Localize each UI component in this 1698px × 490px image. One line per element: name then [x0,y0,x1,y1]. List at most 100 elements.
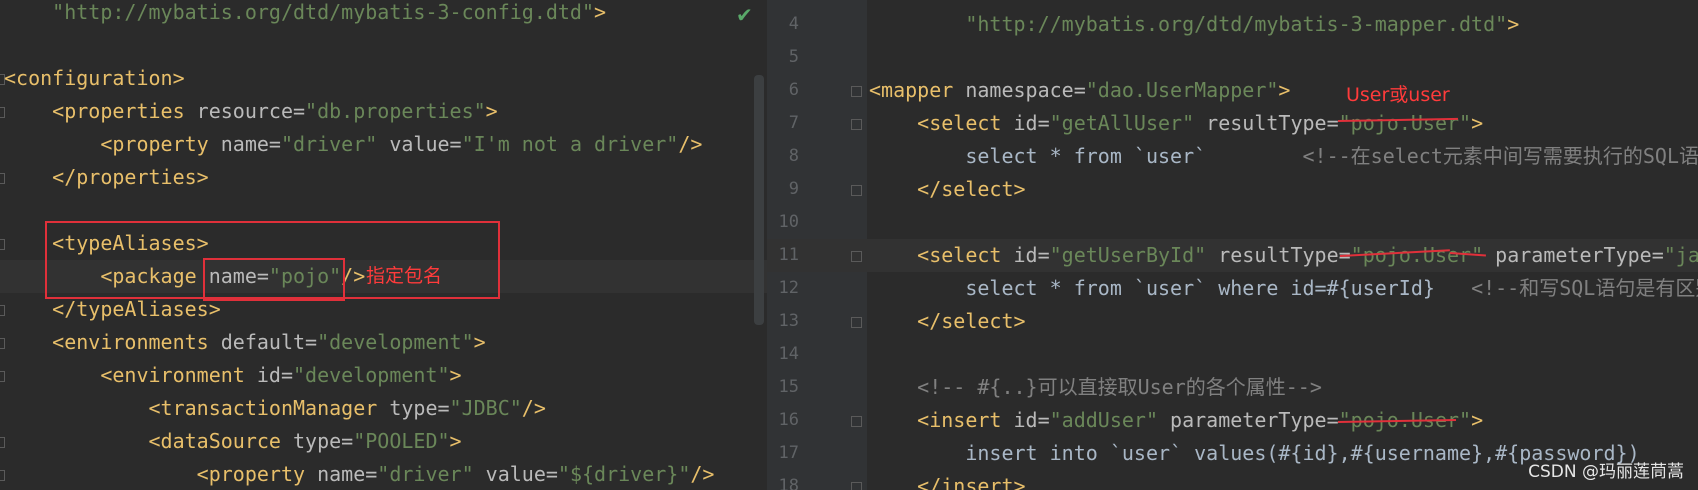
code-text: </insert> [869,470,1026,490]
code-line[interactable]: 12 select * from `user` where id=#{userI… [767,272,1698,305]
code-token: > [1507,12,1520,36]
code-token: "getUserById" [1049,243,1207,267]
code-token: </select> [917,177,1026,201]
code-line[interactable]: <configuration> [0,62,767,95]
code-line[interactable] [0,29,767,62]
code-token: <select [917,111,1014,135]
left-editor-pane[interactable]: "http://mybatis.org/dtd/mybatis-3-config… [0,0,767,490]
code-token: /> [678,132,703,156]
code-token: id= [1013,408,1050,432]
resulttype-annotation: User或user [1346,84,1450,106]
code-text: </select> [869,173,1026,206]
code-token: type= [389,396,450,420]
fold-marker-icon[interactable] [851,86,862,97]
code-token: <!--和写SQL语句是有区别 [1471,276,1698,300]
line-number: 12 [778,278,799,298]
package-name-highlight-box [203,258,345,301]
code-line[interactable]: </properties> [0,161,767,194]
left-scrollbar-thumb[interactable] [754,75,764,325]
fold-marker-icon[interactable] [851,251,862,262]
code-line[interactable]: 15 <!-- #{..}可以直接取User的各个属性--> [767,371,1698,404]
code-token: <insert [917,408,1014,432]
code-token: /> [521,396,546,420]
code-line[interactable]: 14 [767,338,1698,371]
code-token: name= [220,132,281,156]
fold-marker-icon[interactable] [851,119,862,130]
code-line[interactable]: <property name="driver" value="I'm not a… [0,128,767,161]
code-line[interactable]: 9 </select> [767,173,1698,206]
code-token: "addUser" [1049,408,1158,432]
code-text: <properties resource="db.properties"> [4,95,498,128]
code-text: "http://mybatis.org/dtd/mybatis-3-mapper… [869,8,1519,41]
fold-marker-icon[interactable] [851,185,862,196]
code-line[interactable]: 6 <mapper namespace="dao.UserMapper"> [767,74,1698,107]
code-text: </properties> [4,161,209,194]
code-token: <select [917,243,1014,267]
code-line[interactable]: 16 <insert id="addUser" parameterType="p… [767,404,1698,437]
code-token: "pojo.User" [1338,111,1472,135]
code-text: <property name="driver" value="${driver}… [4,458,715,490]
fold-marker-icon[interactable] [851,482,862,490]
code-line[interactable]: 7 <select id="getAllUser" resultType="po… [767,107,1698,140]
code-token: select * from `user` [965,144,1303,168]
code-text: <configuration> [4,62,185,95]
code-line[interactable]: 8 select * from `user` <!--在select元素中间写需… [767,140,1698,173]
code-token: </typeAliases> [52,297,221,321]
code-token: <property [196,462,318,486]
code-line[interactable]: <dataSource type="POOLED"> [0,425,767,458]
watermark: CSDN @玛丽莲茼蒿 [1528,462,1684,482]
code-token: value= [377,132,462,156]
code-token: "http://mybatis.org/dtd/mybatis-3-config… [52,0,595,24]
code-token: <environments [52,330,221,354]
code-text: <transactionManager type="JDBC"/> [4,392,546,425]
line-number: 15 [778,377,799,397]
code-token: default= [220,330,318,354]
code-line[interactable]: <environments default="development"> [0,326,767,359]
code-token: </properties> [52,165,209,189]
line-number: 7 [788,113,799,133]
code-token: <properties [52,99,197,123]
code-line[interactable]: 11 <select id="getUserById" resultType="… [767,239,1698,272]
code-token: > [1471,111,1484,135]
code-token: parameterType= [1483,243,1664,267]
code-token: "I'm not a driver" [461,132,679,156]
code-text: <dataSource type="POOLED"> [4,425,462,458]
fold-marker-icon[interactable] [851,317,862,328]
code-token: /> [690,462,715,486]
code-line[interactable]: 4 "http://mybatis.org/dtd/mybatis-3-mapp… [767,8,1698,41]
code-line[interactable]: "http://mybatis.org/dtd/mybatis-3-config… [0,0,767,29]
code-line[interactable]: 13 </select> [767,305,1698,338]
code-token: "jav [1663,243,1698,267]
code-token: namespace= [965,78,1086,102]
code-line[interactable]: 5 [767,41,1698,74]
line-number: 6 [788,80,799,100]
code-token: <mapper [869,78,966,102]
line-number: 18 [778,476,799,490]
fold-marker-icon[interactable] [851,416,862,427]
code-token: <environment [100,363,257,387]
code-text: insert into `user` values(#{id},#{userna… [869,437,1639,470]
code-text: <environment id="development"> [4,359,461,392]
code-line[interactable]: 10 [767,206,1698,239]
line-number: 9 [788,179,799,199]
code-token: > [1278,78,1291,102]
code-text: <environments default="development"> [4,326,486,359]
code-token: </insert> [917,474,1026,490]
code-token: > [485,99,498,123]
code-line[interactable]: <transactionManager type="JDBC"/> [0,392,767,425]
code-line[interactable]: <environment id="development"> [0,359,767,392]
code-token: <!--在select元素中间写需要执行的SQL语句 [1302,144,1698,168]
code-token: "getAllUser" [1049,111,1195,135]
code-line[interactable]: <property name="driver" value="${driver}… [0,458,767,490]
line-number: 13 [778,311,799,331]
code-token: "http://mybatis.org/dtd/mybatis-3-mapper… [965,12,1508,36]
code-token: "development" [293,363,450,387]
code-token: id= [256,363,293,387]
line-number: 10 [778,212,799,232]
code-line[interactable]: <properties resource="db.properties"> [0,95,767,128]
line-number: 4 [788,14,799,34]
code-token: "POOLED" [353,429,450,453]
code-token: <dataSource [148,429,293,453]
code-token: type= [293,429,354,453]
right-editor-pane[interactable]: 4 "http://mybatis.org/dtd/mybatis-3-mapp… [767,0,1698,490]
